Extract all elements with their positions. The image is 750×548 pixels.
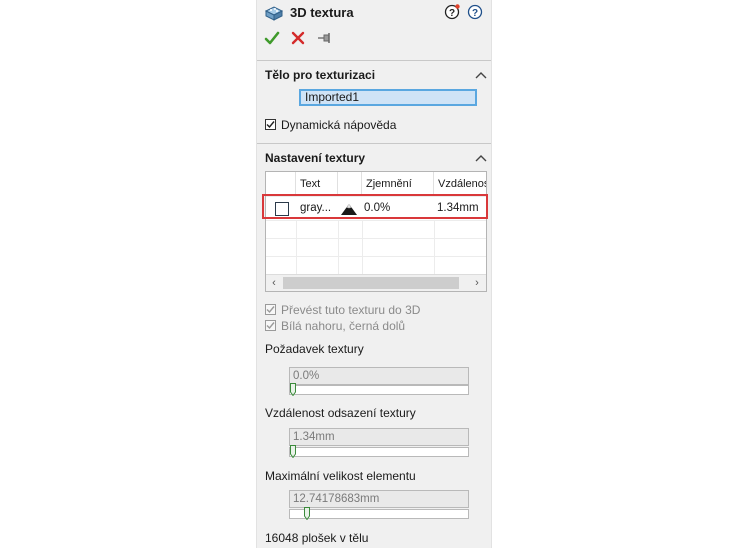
column-header-text[interactable]: Text [296,172,338,196]
scroll-right-icon[interactable]: › [470,276,484,290]
pin-icon[interactable] [317,31,333,45]
column-header-distance[interactable]: Vzdálenos [434,172,486,196]
svg-text:?: ? [472,8,478,19]
white-up-checkbox[interactable] [265,320,276,331]
offset-distance-field[interactable]: 1.34mm [289,428,469,446]
separator [257,60,491,61]
convert-to-3d-checkbox[interactable] [265,304,276,315]
panel-title: 3D textura [290,5,354,20]
property-manager-panel: 3D textura ? ? Tělo pro texturizaci Impo… [256,0,492,548]
column-header-refinement[interactable]: Zjemnění [362,172,434,196]
section-title-body: Tělo pro texturizaci [265,68,376,82]
collapse-chevron-icon[interactable] [475,154,487,162]
section-title-texture: Nastavení textury [265,151,366,165]
dynamic-help-checkbox[interactable] [265,119,276,130]
separator [257,143,491,144]
highlight-box [262,194,488,219]
texture-request-label: Požadavek textury [265,342,364,356]
selected-body-field[interactable]: Imported1 [299,89,477,106]
grid-line [434,220,435,274]
offset-distance-label: Vzdálenost odsazení textury [265,406,416,420]
grid-line [266,238,486,239]
column-header-select[interactable] [266,172,296,196]
slider-thumb[interactable] [304,507,310,520]
max-element-slider[interactable] [289,507,469,520]
horizontal-scrollbar[interactable]: ‹ › [266,274,486,291]
scroll-thumb[interactable] [283,277,459,289]
grid-line [338,220,339,274]
check-mark-icon [266,121,275,129]
svg-text:?: ? [449,8,455,19]
check-mark-icon [266,322,275,330]
white-up-label: Bílá nahoru, černá dolů [281,319,406,333]
max-element-label: Maximální velikost elementu [265,469,416,483]
facets-status-text: 16048 plošek v tělu [265,531,369,545]
dynamic-help-label: Dynamická nápověda [281,118,397,132]
texture-request-field[interactable]: 0.0% [289,367,469,385]
column-header-icon[interactable] [338,172,362,196]
whats-new-help-icon[interactable]: ? [444,4,460,20]
convert-to-3d-label: Převést tuto texturu do 3D [281,303,421,317]
grid-line [266,256,486,257]
grid-line [296,220,297,274]
check-mark-icon [266,306,275,314]
ok-checkmark-icon[interactable] [264,30,280,46]
slider-thumb[interactable] [290,445,296,458]
max-element-field[interactable]: 12.74178683mm [289,490,469,508]
grid-line [362,220,363,274]
offset-distance-slider[interactable] [289,445,469,458]
texture-request-slider[interactable] [289,383,469,396]
slider-thumb[interactable] [290,383,296,396]
scroll-left-icon[interactable]: ‹ [267,276,281,290]
collapse-chevron-icon[interactable] [475,71,487,79]
texture-table: Text Zjemnění Vzdálenos gray... 0.0% 1.3… [265,171,487,292]
grid-line [266,220,486,221]
help-icon[interactable]: ? [467,4,483,20]
texture-cube-icon [264,6,284,21]
cancel-x-icon[interactable] [291,31,305,45]
